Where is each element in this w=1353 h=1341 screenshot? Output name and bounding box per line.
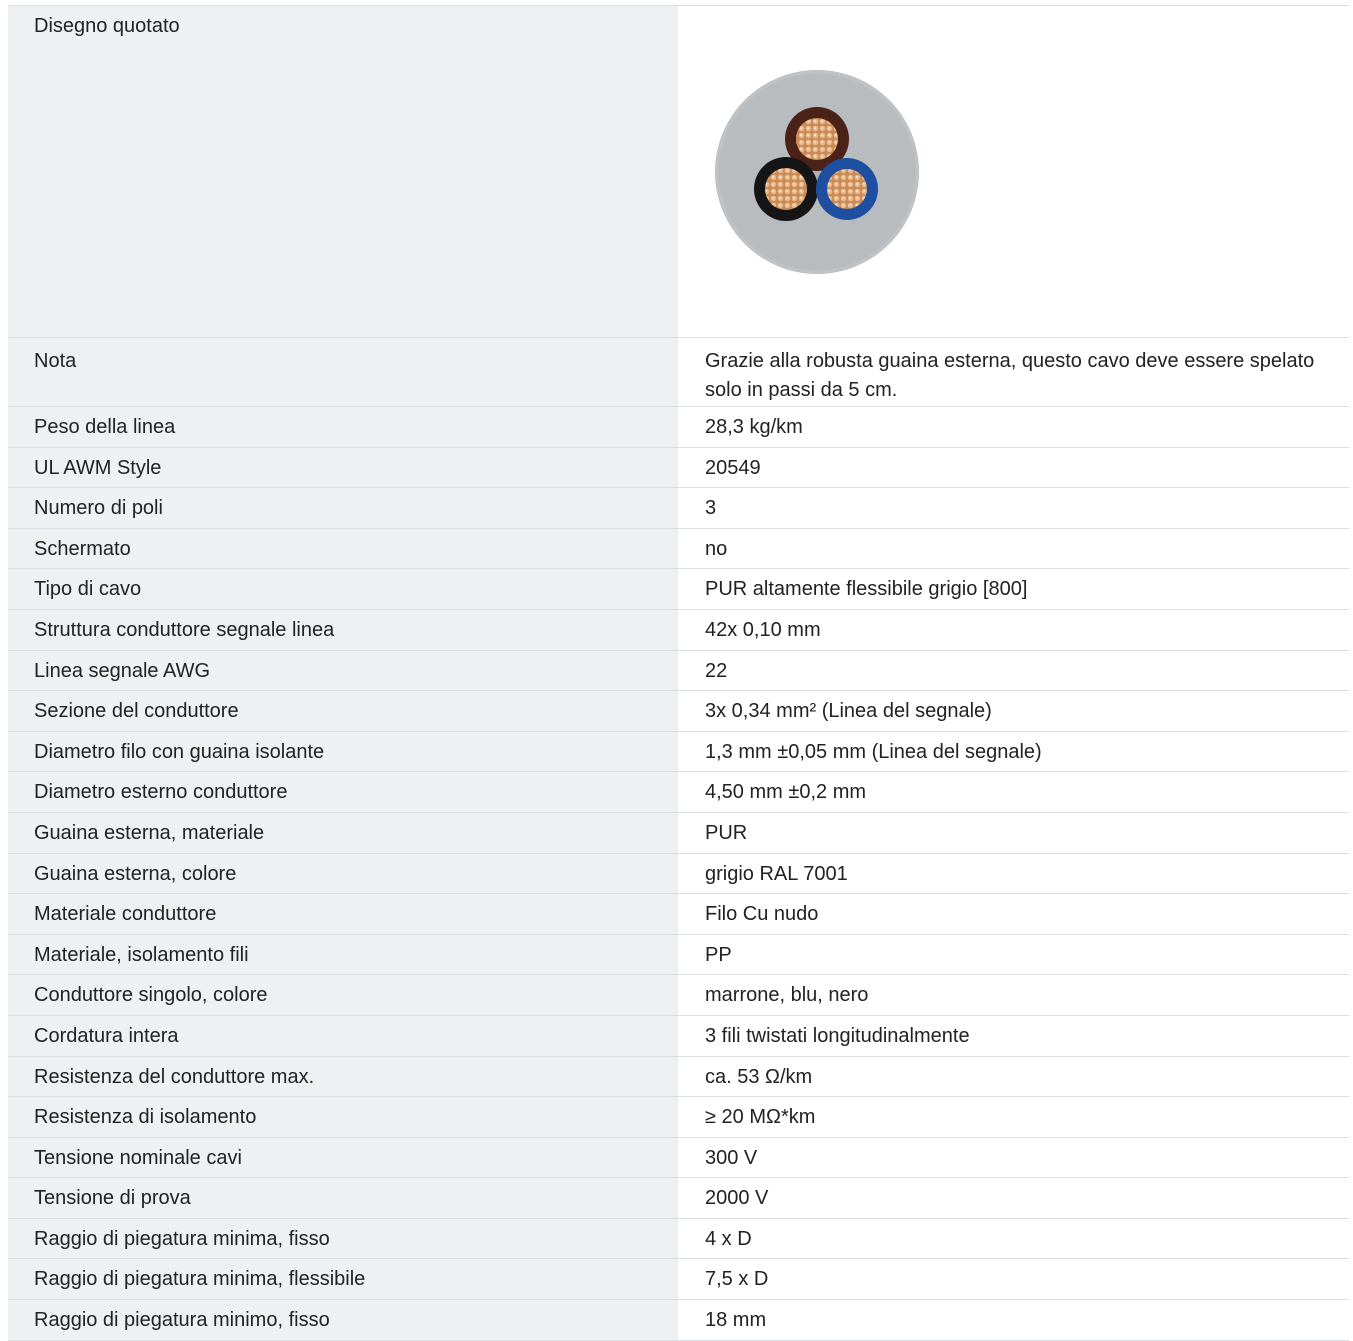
spec-value: 1,3 mm ±0,05 mm (Linea del segnale) <box>705 740 1042 763</box>
spec-label: Raggio di piegatura minimo, fisso <box>8 1300 678 1340</box>
spec-label: Nota <box>8 338 678 406</box>
spec-label: Diametro esterno conduttore <box>8 772 678 812</box>
spec-value: 22 <box>705 659 728 682</box>
spec-label: Tensione nominale cavi <box>8 1137 678 1178</box>
spec-label: Materiale, isolamento fili <box>8 934 678 975</box>
spec-row: Resistenza di isolamento ≥ 20 MΩ*km <box>8 1097 1349 1138</box>
spec-label: Raggio di piegatura minima, fisso <box>8 1218 678 1259</box>
spec-row: Raggio di piegatura minima, fisso 4 x D <box>8 1218 1349 1260</box>
spec-value: 20549 <box>705 456 761 479</box>
spec-table: Disegno quotato Nota Grazie alla robusta… <box>8 5 1349 1341</box>
spec-row: Raggio di piegatura minima, flessibile 7,… <box>8 1259 1349 1301</box>
spec-label: Tipo di cavo <box>8 569 678 609</box>
spec-label: Peso della linea <box>8 407 678 447</box>
spec-label: Resistenza di isolamento <box>8 1097 678 1137</box>
spec-value: 2000 V <box>705 1187 769 1210</box>
spec-value: 42x 0,10 mm <box>705 618 821 641</box>
spec-row: Cordatura intera 3 fili twistati longitud… <box>8 1015 1349 1057</box>
spec-label: Struttura conduttore segnale linea <box>8 609 678 650</box>
spec-label: Disegno quotato <box>8 6 678 337</box>
spec-label: Sezione del conduttore <box>8 691 678 731</box>
spec-value-drawing <box>678 6 1349 337</box>
spec-row: Linea segnale AWG 22 <box>8 650 1349 692</box>
spec-row: Diametro esterno conduttore 4,50 mm ±0,2 … <box>8 772 1349 813</box>
spec-row: Tensione di prova 2000 V <box>8 1178 1349 1219</box>
spec-label: Linea segnale AWG <box>8 650 678 691</box>
spec-row: Materiale, isolamento fili PP <box>8 934 1349 976</box>
spec-value: ca. 53 Ω/km <box>705 1065 813 1088</box>
spec-row: Materiale conduttore Filo Cu nudo <box>8 894 1349 935</box>
spec-value: Filo Cu nudo <box>705 903 819 926</box>
cable-cross-section-image <box>715 70 919 274</box>
spec-label: Guaina esterna, colore <box>8 853 678 894</box>
spec-label: Conduttore singolo, colore <box>8 975 678 1015</box>
spec-row: Sezione del conduttore 3x 0,34 mm² (Linea… <box>8 691 1349 732</box>
spec-row: Conduttore singolo, colore marrone, blu, … <box>8 975 1349 1016</box>
spec-row: Tensione nominale cavi 300 V <box>8 1137 1349 1179</box>
spec-value: 4,50 mm ±0,2 mm <box>705 781 867 804</box>
spec-value: ≥ 20 MΩ*km <box>705 1106 816 1129</box>
spec-value: no <box>705 537 728 560</box>
spec-label: Materiale conduttore <box>8 894 678 934</box>
spec-row: Nota Grazie alla robusta guaina esterna, … <box>8 338 1349 407</box>
spec-row: Guaina esterna, colore grigio RAL 7001 <box>8 853 1349 895</box>
spec-value: Grazie alla robusta guaina esterna, ques… <box>705 350 1315 401</box>
spec-label: Resistenza del conduttore max. <box>8 1056 678 1097</box>
spec-value: PUR <box>705 821 748 844</box>
spec-label: Diametro filo con guaina isolante <box>8 731 678 772</box>
spec-row: Numero di poli 3 <box>8 488 1349 529</box>
spec-value: 3 fili twistati longitudinalmente <box>705 1024 970 1047</box>
spec-row: Schermato no <box>8 528 1349 570</box>
spec-label: Raggio di piegatura minima, flessibile <box>8 1259 678 1300</box>
spec-row: Struttura conduttore segnale linea 42x 0,… <box>8 609 1349 651</box>
spec-label: Cordatura intera <box>8 1015 678 1056</box>
spec-value: 300 V <box>705 1146 758 1169</box>
spec-label: Numero di poli <box>8 488 678 528</box>
spec-value: marrone, blu, nero <box>705 984 869 1007</box>
spec-row: Guaina esterna, materiale PUR <box>8 812 1349 854</box>
spec-row-drawing: Disegno quotato <box>8 6 1349 338</box>
spec-value: 4 x D <box>705 1227 752 1250</box>
spec-value: PUR altamente flessibile grigio [800] <box>705 578 1028 601</box>
spec-row: Peso della linea 28,3 kg/km <box>8 407 1349 448</box>
spec-label: Tensione di prova <box>8 1178 678 1218</box>
spec-value: 3x 0,34 mm² (Linea del segnale) <box>705 700 992 723</box>
spec-value: 7,5 x D <box>705 1268 769 1291</box>
spec-label: Guaina esterna, materiale <box>8 812 678 853</box>
spec-value: 28,3 kg/km <box>705 416 803 438</box>
spec-row: Raggio di piegatura minimo, fisso 18 mm <box>8 1300 1349 1341</box>
spec-row: Resistenza del conduttore max. ca. 53 Ω/k… <box>8 1056 1349 1098</box>
spec-row: Tipo di cavo PUR altamente flessibile gri… <box>8 569 1349 610</box>
spec-row: Diametro filo con guaina isolante 1,3 mm … <box>8 731 1349 773</box>
spec-value: PP <box>705 943 732 966</box>
spec-value: grigio RAL 7001 <box>705 862 848 885</box>
spec-label: UL AWM Style <box>8 447 678 488</box>
spec-value: 3 <box>705 497 717 520</box>
spec-row: UL AWM Style 20549 <box>8 447 1349 489</box>
spec-label: Schermato <box>8 528 678 569</box>
spec-value: 18 mm <box>705 1309 767 1332</box>
